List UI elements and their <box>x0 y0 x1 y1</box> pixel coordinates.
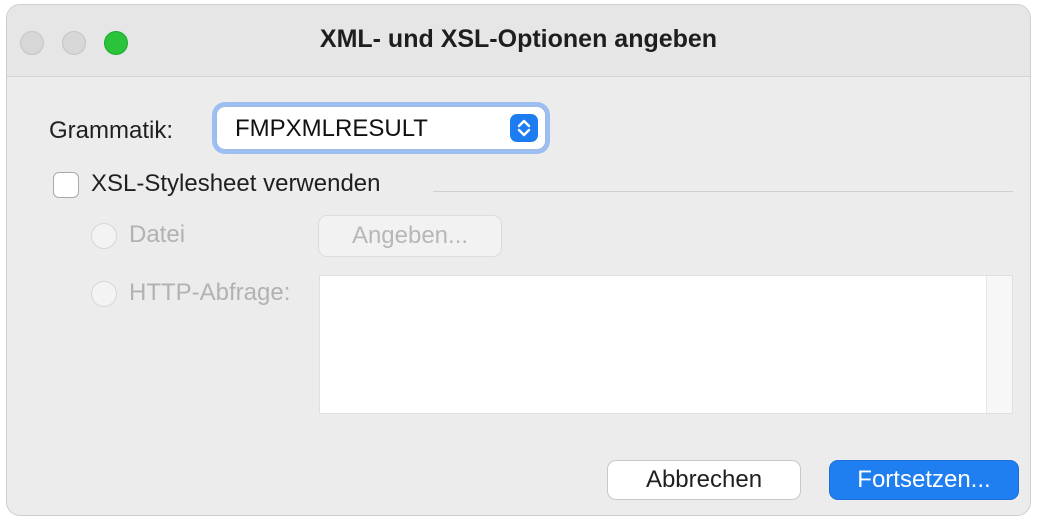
file-radio[interactable] <box>91 223 117 249</box>
grammar-select[interactable]: FMPXMLRESULT <box>216 106 546 150</box>
http-query-radio-label: HTTP-Abfrage: <box>129 279 291 306</box>
cancel-button[interactable]: Abbrechen <box>607 460 801 500</box>
grammar-selected-value: FMPXMLRESULT <box>235 115 428 142</box>
use-xsl-stylesheet-checkbox[interactable] <box>53 172 79 198</box>
use-xsl-stylesheet-label: XSL-Stylesheet verwenden <box>91 170 381 197</box>
http-query-radio[interactable] <box>91 281 117 307</box>
select-chevron-updown-icon <box>510 114 538 142</box>
section-divider <box>433 191 1013 192</box>
dialog-window: XML- und XSL-Optionen angeben Grammatik:… <box>6 4 1031 516</box>
title-bar: XML- und XSL-Optionen angeben <box>7 5 1030 77</box>
continue-button[interactable]: Fortsetzen... <box>829 460 1019 500</box>
grammar-label: Grammatik: <box>49 117 174 144</box>
file-radio-label: Datei <box>129 221 186 248</box>
textarea-scrollbar[interactable] <box>986 276 1012 413</box>
window-title: XML- und XSL-Optionen angeben <box>319 25 718 53</box>
specify-button[interactable]: Angeben... <box>318 215 502 257</box>
http-query-textarea[interactable] <box>319 275 1013 414</box>
